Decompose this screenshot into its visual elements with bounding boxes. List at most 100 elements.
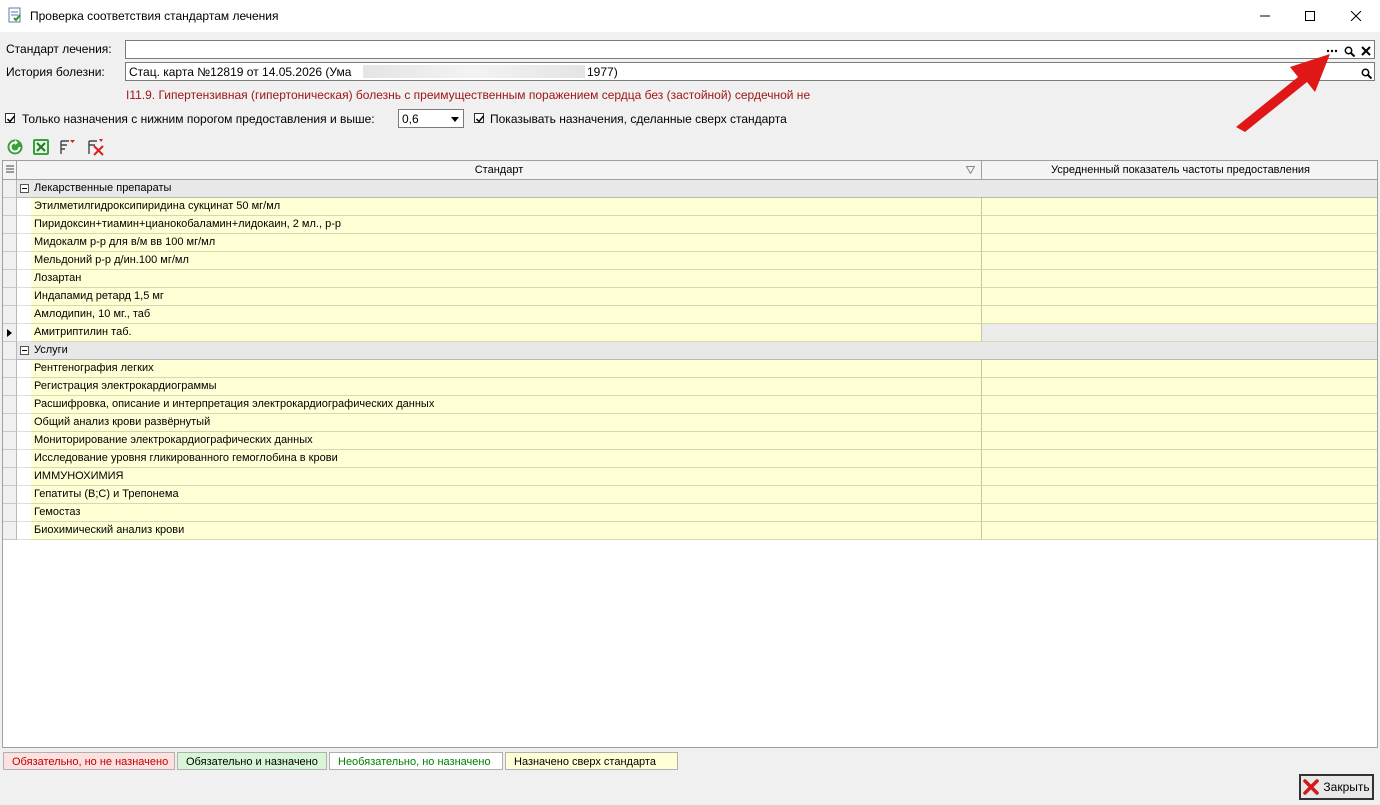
cell-standard[interactable]: Амитриптилин таб. <box>31 324 982 342</box>
table-row[interactable]: Мельдоний р-р д/ин.100 мг/мл <box>3 252 1377 270</box>
group-header[interactable]: Услуги <box>17 342 1377 360</box>
table-row[interactable]: Индапамид ретард 1,5 мг <box>3 288 1377 306</box>
cell-frequency[interactable] <box>982 216 1377 234</box>
collapse-icon[interactable] <box>20 346 29 355</box>
row-indicator[interactable] <box>3 468 17 486</box>
clear-filter-icon[interactable] <box>87 138 105 156</box>
cell-standard[interactable]: Этилметилгидроксипиридина сукцинат 50 мг… <box>31 198 982 216</box>
cell-standard[interactable]: Гемостаз <box>31 504 982 522</box>
cell-frequency[interactable] <box>982 450 1377 468</box>
cell-frequency[interactable] <box>982 288 1377 306</box>
table-row[interactable]: ИММУНОХИМИЯ <box>3 468 1377 486</box>
collapse-icon[interactable] <box>20 184 29 193</box>
table-row[interactable]: Общий анализ крови развёрнутый <box>3 414 1377 432</box>
row-indicator[interactable] <box>3 234 17 252</box>
table-row[interactable]: Расшифровка, описание и интерпретация эл… <box>3 396 1377 414</box>
group-row[interactable]: Лекарственные препараты <box>3 180 1377 198</box>
table-row[interactable]: Рентгенография легких <box>3 360 1377 378</box>
table-row[interactable]: Пиридоксин+тиамин+цианокобаламин+лидокаи… <box>3 216 1377 234</box>
standard-field[interactable] <box>125 40 1375 59</box>
cell-standard[interactable]: Исследование уровня гликированного гемог… <box>31 450 982 468</box>
column-header-standard[interactable]: Стандарт <box>17 161 982 179</box>
filter-dropdown-icon[interactable] <box>966 166 975 174</box>
cell-frequency[interactable] <box>982 468 1377 486</box>
table-row[interactable]: Исследование уровня гликированного гемог… <box>3 450 1377 468</box>
cell-frequency[interactable] <box>982 234 1377 252</box>
row-indicator[interactable] <box>3 198 17 216</box>
row-indicator[interactable] <box>3 342 17 360</box>
row-indicator[interactable] <box>3 396 17 414</box>
filter-icon[interactable] <box>59 138 77 156</box>
cell-standard[interactable]: ИММУНОХИМИЯ <box>31 468 982 486</box>
table-row[interactable]: Амитриптилин таб. <box>3 324 1377 342</box>
cell-frequency[interactable] <box>982 396 1377 414</box>
cell-standard[interactable]: Расшифровка, описание и интерпретация эл… <box>31 396 982 414</box>
cell-frequency[interactable] <box>982 198 1377 216</box>
cell-standard[interactable]: Мельдоний р-р д/ин.100 мг/мл <box>31 252 982 270</box>
standard-clear-button[interactable] <box>1359 44 1373 58</box>
column-header-frequency[interactable]: Усредненный показатель частоты предостав… <box>982 161 1377 179</box>
row-indicator[interactable] <box>3 378 17 396</box>
cell-standard[interactable]: Мониторирование электрокардиографических… <box>31 432 982 450</box>
cell-frequency[interactable] <box>982 360 1377 378</box>
column-chooser-icon[interactable] <box>3 161 17 179</box>
row-indicator[interactable] <box>3 360 17 378</box>
refresh-icon[interactable] <box>6 138 24 156</box>
history-search-button[interactable] <box>1359 66 1373 80</box>
row-indicator[interactable] <box>3 504 17 522</box>
cell-standard[interactable]: Общий анализ крови развёрнутый <box>31 414 982 432</box>
row-indicator[interactable] <box>3 270 17 288</box>
show-extra-checkbox[interactable] <box>474 113 485 123</box>
history-field[interactable]: Стац. карта №12819 от 14.05.2026 (Ума 19… <box>125 62 1375 81</box>
row-indicator[interactable] <box>3 522 17 540</box>
table-row[interactable]: Амлодипин, 10 мг., таб <box>3 306 1377 324</box>
cancel-icon[interactable] <box>32 138 50 156</box>
table-row[interactable]: Мидокалм р-р для в/м вв 100 мг/мл <box>3 234 1377 252</box>
table-row[interactable]: Лозартан <box>3 270 1377 288</box>
table-row[interactable]: Регистрация электрокардиограммы <box>3 378 1377 396</box>
table-row[interactable]: Этилметилгидроксипиридина сукцинат 50 мг… <box>3 198 1377 216</box>
cell-standard[interactable]: Амлодипин, 10 мг., таб <box>31 306 982 324</box>
cell-frequency[interactable] <box>982 414 1377 432</box>
cell-standard[interactable]: Лозартан <box>31 270 982 288</box>
cell-frequency[interactable] <box>982 432 1377 450</box>
standards-grid[interactable]: Стандарт Усредненный показатель частоты … <box>2 160 1378 748</box>
row-indicator[interactable] <box>3 306 17 324</box>
table-row[interactable]: Гемостаз <box>3 504 1377 522</box>
row-indicator[interactable] <box>3 180 17 198</box>
table-row[interactable]: Биохимический анализ крови <box>3 522 1377 540</box>
cell-standard[interactable]: Гепатиты (В;С) и Трепонема <box>31 486 982 504</box>
cell-frequency[interactable] <box>982 306 1377 324</box>
cell-frequency[interactable] <box>982 252 1377 270</box>
close-button[interactable]: Закрыть <box>1299 774 1374 800</box>
row-indicator[interactable] <box>3 432 17 450</box>
cell-standard[interactable]: Рентгенография легких <box>31 360 982 378</box>
row-indicator[interactable] <box>3 450 17 468</box>
cell-frequency[interactable] <box>982 270 1377 288</box>
cell-standard[interactable]: Биохимический анализ крови <box>31 522 982 540</box>
row-indicator[interactable] <box>3 324 17 342</box>
cell-standard[interactable]: Регистрация электрокардиограммы <box>31 378 982 396</box>
cell-frequency[interactable] <box>982 522 1377 540</box>
row-indicator[interactable] <box>3 414 17 432</box>
cell-frequency[interactable] <box>982 486 1377 504</box>
close-window-button[interactable] <box>1333 0 1379 32</box>
row-indicator[interactable] <box>3 486 17 504</box>
threshold-checkbox[interactable] <box>5 113 16 123</box>
row-indicator[interactable] <box>3 288 17 306</box>
group-row[interactable]: Услуги <box>3 342 1377 360</box>
group-header[interactable]: Лекарственные препараты <box>17 180 1377 198</box>
cell-frequency[interactable] <box>982 324 1377 342</box>
cell-standard[interactable]: Мидокалм р-р для в/м вв 100 мг/мл <box>31 234 982 252</box>
minimize-button[interactable] <box>1242 0 1288 32</box>
cell-frequency[interactable] <box>982 504 1377 522</box>
row-indicator[interactable] <box>3 252 17 270</box>
cell-standard[interactable]: Пиридоксин+тиамин+цианокобаламин+лидокаи… <box>31 216 982 234</box>
table-row[interactable]: Гепатиты (В;С) и Трепонема <box>3 486 1377 504</box>
cell-frequency[interactable] <box>982 378 1377 396</box>
maximize-button[interactable] <box>1287 0 1333 32</box>
table-row[interactable]: Мониторирование электрокардиографических… <box>3 432 1377 450</box>
cell-standard[interactable]: Индапамид ретард 1,5 мг <box>31 288 982 306</box>
threshold-select[interactable]: 0,6 <box>398 109 464 128</box>
row-indicator[interactable] <box>3 216 17 234</box>
